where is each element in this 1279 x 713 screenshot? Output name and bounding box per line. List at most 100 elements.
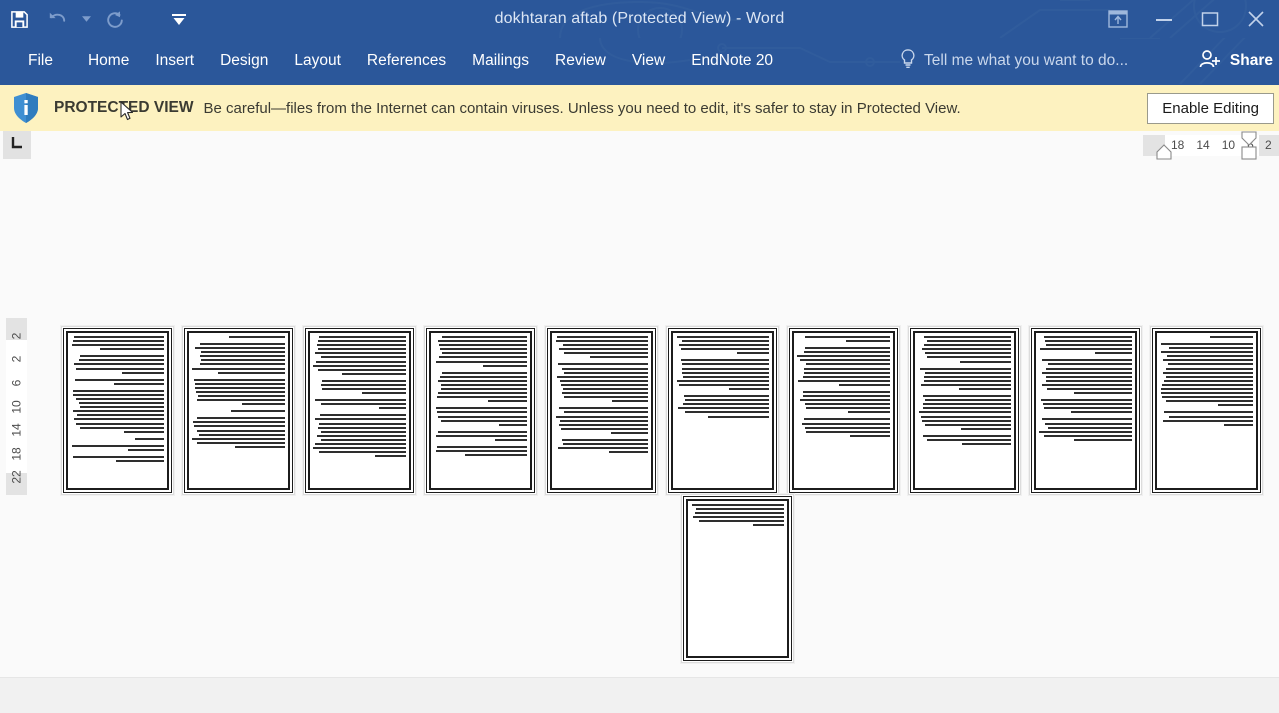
tab-layout[interactable]: Layout [281,38,354,84]
tab-endnote-20[interactable]: EndNote 20 [678,38,786,84]
document-page[interactable] [545,326,658,495]
tell-me-search[interactable]: Tell me what you want to do... [900,38,1128,84]
text-line [589,356,648,359]
paragraph [192,410,285,413]
left-indent-marker[interactable] [1155,144,1173,160]
tab-stop-selector[interactable] [3,131,31,159]
ribbon-display-options-icon[interactable] [1095,0,1141,38]
tab-view[interactable]: View [619,38,678,84]
document-page[interactable] [681,494,794,663]
redo-icon[interactable] [98,4,132,34]
text-line [1165,400,1253,403]
page-text-block [313,336,406,485]
tab-design[interactable]: Design [207,38,281,84]
text-line [1162,396,1253,399]
text-line [920,367,1011,370]
text-line [555,340,648,343]
close-icon[interactable] [1233,0,1279,38]
document-page[interactable] [1029,326,1142,495]
text-line [1073,438,1132,441]
text-line [804,426,890,429]
document-canvas[interactable] [33,160,1279,677]
text-line [678,407,769,410]
tab-review[interactable]: Review [542,38,619,84]
text-line [75,422,164,425]
vertical-ruler[interactable]: 2 2 6 10 14 18 22 [6,318,27,495]
document-page[interactable] [303,326,416,495]
enable-editing-button[interactable]: Enable Editing [1147,93,1274,124]
tab-mailings[interactable]: Mailings [459,38,542,84]
restore-icon[interactable] [1187,0,1233,38]
text-line [561,367,648,370]
text-line [845,340,890,343]
text-line [922,419,1011,422]
tab-references[interactable]: References [354,38,459,84]
document-page[interactable] [787,326,900,495]
paragraph [676,336,769,355]
text-line [1045,422,1132,425]
text-line [217,371,285,374]
text-line [803,390,890,393]
text-line [113,382,164,385]
text-line [201,359,285,362]
text-line [199,433,285,436]
text-line [99,348,164,351]
text-line [317,426,406,429]
document-page[interactable] [666,326,779,495]
text-line [1164,379,1253,382]
text-line [1041,418,1132,421]
text-line [806,363,890,366]
text-line [919,411,1011,414]
paragraph [1039,359,1132,395]
text-line [923,407,1011,410]
text-line [77,414,164,417]
text-line [925,399,1011,402]
text-line [922,395,1011,398]
text-line [562,442,648,445]
tab-insert[interactable]: Insert [142,38,207,84]
text-line [436,360,527,363]
document-page[interactable] [182,326,295,495]
text-line [561,392,648,395]
paragraph [434,445,527,457]
text-line [923,379,1011,382]
text-line [927,356,1011,359]
right-indent-marker[interactable] [1239,131,1259,161]
document-page[interactable] [61,326,174,495]
text-line [1163,419,1253,422]
document-page[interactable] [908,326,1021,495]
text-line [556,336,648,338]
minimize-icon[interactable] [1141,0,1187,38]
text-line [74,418,164,421]
text-line [682,367,769,370]
undo-chevron-down-icon[interactable] [78,4,94,34]
customize-quick-access-chevron-down-icon[interactable] [162,4,196,34]
text-line [921,348,1011,351]
paragraph [192,378,285,406]
text-line [79,426,164,429]
paragraph [434,336,527,367]
paragraph [918,336,1011,363]
text-line [441,388,527,391]
document-page[interactable] [1150,326,1263,495]
share-button[interactable]: Share [1185,38,1279,84]
text-line [806,430,890,433]
text-line [437,340,527,343]
ruler-number: 2 [9,332,24,339]
text-line [464,454,527,457]
text-line [198,395,285,398]
text-line [197,429,285,432]
tab-file[interactable]: File [0,38,75,84]
undo-icon[interactable] [40,4,74,34]
page-text-block [192,336,285,485]
text-line [555,415,648,418]
text-line [708,415,769,418]
text-line [563,411,648,414]
document-page[interactable] [424,326,537,495]
save-icon[interactable] [2,4,36,34]
text-line [1160,392,1253,395]
ruler-number: 14 [1196,137,1210,152]
text-line [317,368,406,371]
tab-home[interactable]: Home [75,38,142,84]
text-line [797,355,890,358]
